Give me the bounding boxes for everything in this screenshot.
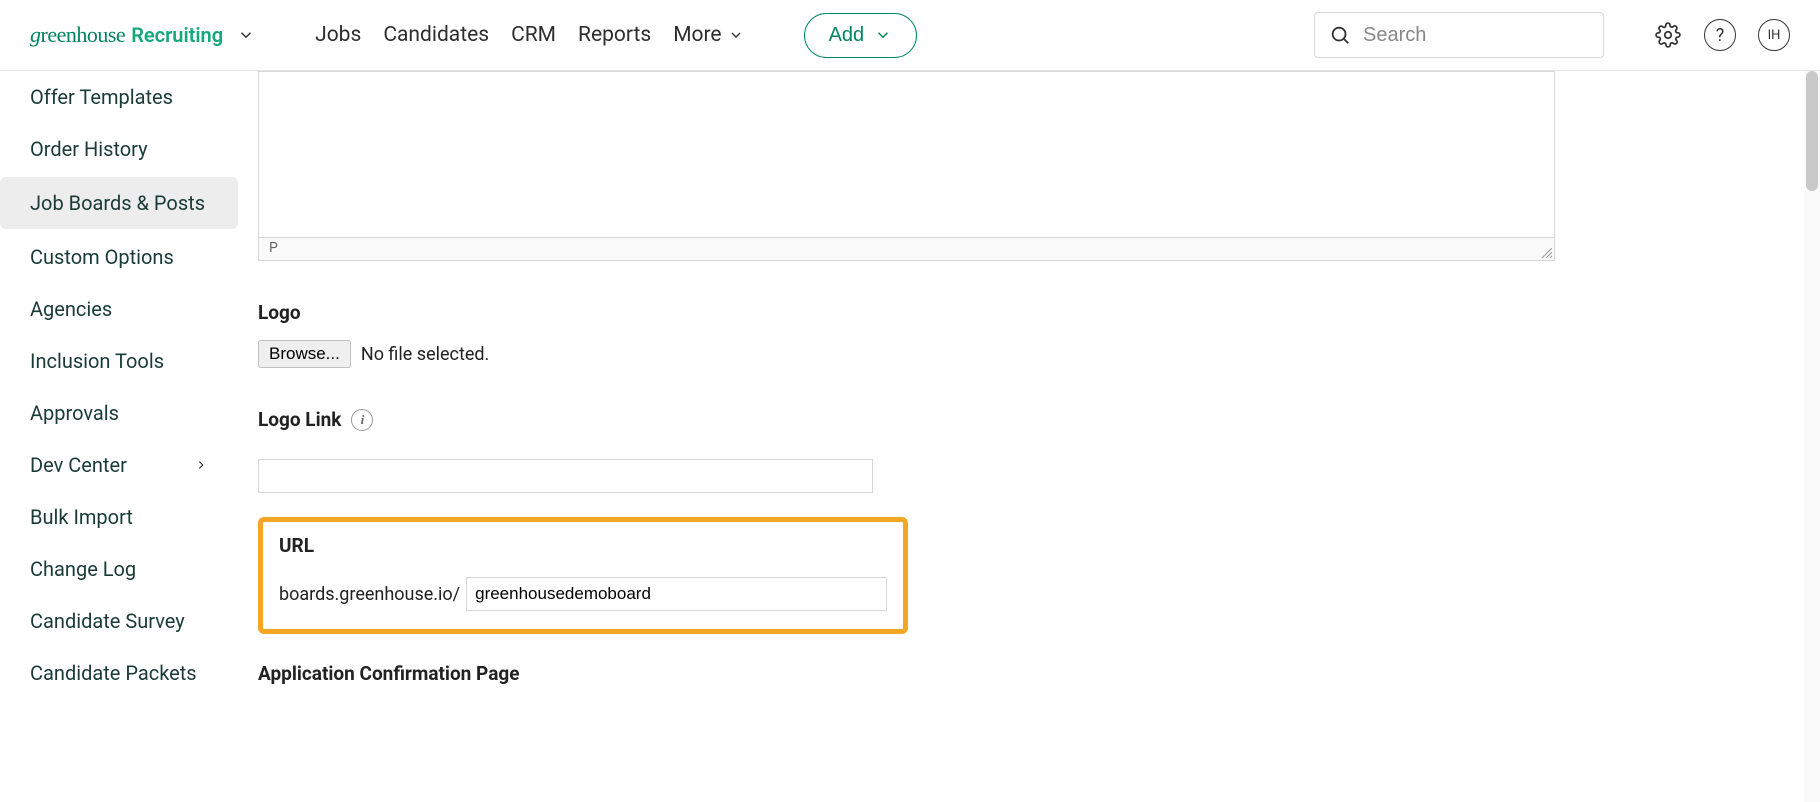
sidebar-item-approvals[interactable]: Approvals [0,387,238,439]
logo-link-input[interactable] [258,459,873,493]
logo-text-main: greenhouse [30,22,125,48]
avatar-initials: IH [1768,28,1781,43]
resize-handle-icon[interactable] [1542,248,1552,258]
url-section-label: URL [279,534,887,557]
search-icon [1329,24,1351,46]
sidebar-item-candidate-survey[interactable]: Candidate Survey [0,595,238,647]
editor-element-path: P [269,240,278,256]
nav-crm[interactable]: CRM [511,23,556,47]
chevron-down-icon [237,26,255,44]
add-button[interactable]: Add [804,13,918,58]
sidebar-item-dev-center[interactable]: Dev Center [0,439,238,491]
brand-logo[interactable]: greenhouse Recruiting [30,22,255,48]
logo-link-label-text: Logo Link [258,408,341,431]
app-confirm-section-label: Application Confirmation Page [258,662,1820,685]
url-row: boards.greenhouse.io/ [279,577,887,611]
help-button[interactable]: ? [1704,19,1736,51]
chevron-right-icon [194,458,208,472]
nav-reports[interactable]: Reports [578,23,651,47]
sidebar-item-inclusion-tools[interactable]: Inclusion Tools [0,335,238,387]
scrollbar-track[interactable] [1804,71,1820,802]
settings-button[interactable] [1654,21,1682,49]
question-icon: ? [1716,25,1725,46]
logo-link-section-label: Logo Link i [258,408,1820,431]
header-actions: ? IH [1654,19,1790,51]
nav-jobs[interactable]: Jobs [315,23,361,47]
sidebar-item-order-history[interactable]: Order History [0,123,238,175]
nav-more[interactable]: More [673,23,743,47]
chevron-down-icon [874,26,892,44]
search-box[interactable] [1314,12,1604,58]
info-icon[interactable]: i [351,409,373,431]
sidebar-item-job-boards[interactable]: Job Boards & Posts [0,177,238,229]
editor-status-bar: P [259,237,1554,260]
url-slug-input[interactable] [466,577,887,611]
gear-icon [1655,22,1681,48]
sidebar-item-change-log[interactable]: Change Log [0,543,238,595]
user-avatar[interactable]: IH [1758,19,1790,51]
scrollbar-thumb[interactable] [1806,71,1818,191]
logo-text-sub: Recruiting [131,23,223,47]
chevron-down-icon [728,27,744,43]
app-body: Offer Templates Order History Job Boards… [0,71,1820,802]
browse-button[interactable]: Browse... [258,340,351,368]
main-content: P Logo Browse... No file selected. Logo … [238,71,1820,802]
add-button-label: Add [829,24,865,47]
search-input[interactable] [1363,24,1589,47]
sidebar-item-candidate-packets[interactable]: Candidate Packets [0,647,238,699]
sidebar-item-offer-templates[interactable]: Offer Templates [0,71,238,123]
app-header: greenhouse Recruiting Jobs Candidates CR… [0,0,1820,71]
logo-file-row: Browse... No file selected. [258,340,1820,368]
sidebar-item-label: Dev Center [30,453,127,477]
sidebar-item-agencies[interactable]: Agencies [0,283,238,335]
nav-candidates[interactable]: Candidates [383,23,489,47]
logo-section-label: Logo [258,301,1820,324]
rich-text-editor[interactable]: P [258,71,1555,261]
settings-sidebar: Offer Templates Order History Job Boards… [0,71,238,802]
sidebar-item-bulk-import[interactable]: Bulk Import [0,491,238,543]
file-status-text: No file selected. [361,344,489,365]
nav-more-label: More [673,23,721,47]
sidebar-item-custom-options[interactable]: Custom Options [0,231,238,283]
primary-nav: Jobs Candidates CRM Reports More [315,23,743,47]
url-prefix-text: boards.greenhouse.io/ [279,584,460,605]
url-highlight-block: URL boards.greenhouse.io/ [258,517,908,634]
